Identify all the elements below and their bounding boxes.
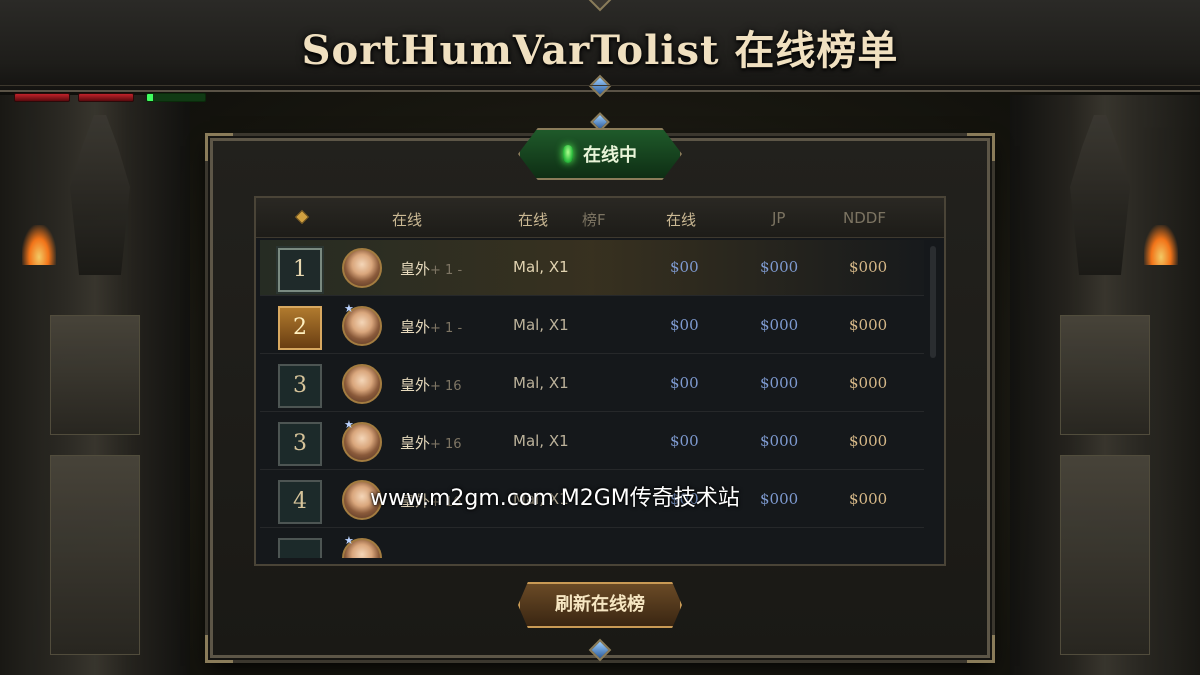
player-level: + 1 -	[430, 263, 463, 278]
value-2: $000	[760, 490, 799, 508]
column-header-value3: NDDF	[843, 209, 886, 227]
right-pillar-decoration	[1010, 95, 1200, 675]
dragon-statue-icon	[1070, 115, 1130, 275]
dragon-statue-icon	[70, 115, 130, 275]
table-row[interactable]: ★	[260, 530, 924, 558]
column-header-value1: 在线	[666, 211, 697, 229]
player-class: Mal, X1	[513, 432, 569, 450]
player-name-text: 皇外	[400, 434, 431, 452]
table-header: 在线 在线 榜F 在线 JP NDDF	[256, 198, 944, 238]
player-name: 皇外+ 16	[400, 374, 462, 395]
value-3: $000	[849, 258, 888, 276]
player-level: + 16	[430, 379, 462, 394]
table-row[interactable]: 2 ★ 皇外+ 1 - Mal, X1 $00 $000 $000	[260, 298, 924, 354]
star-icon: ★	[344, 302, 354, 315]
rank-badge: 3	[278, 422, 322, 466]
online-light-icon	[563, 145, 573, 163]
player-name-text: 皇外	[400, 318, 431, 336]
value-2: $000	[760, 374, 799, 392]
avatar	[342, 364, 382, 404]
table-scrollbar[interactable]	[930, 246, 936, 358]
value-3: $000	[849, 374, 888, 392]
torch-flame-icon	[1144, 225, 1178, 265]
player-name-text: 皇外	[400, 376, 431, 394]
player-name: 皇外+ 1 -	[400, 258, 462, 279]
value-3: $000	[849, 490, 888, 508]
rank-badge	[278, 538, 322, 558]
value-3: $000	[849, 316, 888, 334]
value-3: $000	[849, 432, 888, 450]
player-name-text: 皇外	[400, 260, 431, 278]
online-indicator-bar	[146, 93, 206, 102]
player-level: + 16	[430, 437, 462, 452]
torch-flame-icon	[22, 225, 56, 265]
health-bar	[14, 93, 70, 102]
rank-badge: 2	[278, 306, 322, 350]
value-1: $00	[670, 374, 699, 392]
column-header-class-sub: 榜F	[582, 211, 606, 229]
star-icon: ★	[344, 418, 354, 431]
player-class: Mal, X1	[513, 258, 569, 276]
left-pillar-decoration	[0, 95, 190, 675]
column-header-name: 在线	[392, 211, 423, 229]
value-1: $00	[670, 258, 699, 276]
star-icon: ★	[344, 534, 354, 547]
table-row[interactable]: 1 皇外+ 1 - Mal, X1 $00 $000 $000	[260, 240, 924, 296]
refresh-ranking-button[interactable]: 刷新在线榜	[518, 582, 682, 628]
health-bar-secondary	[78, 93, 134, 102]
value-2: $000	[760, 258, 799, 276]
page-title: SortHumVarTolist 在线榜单	[301, 27, 899, 74]
online-status-badge: 在线中	[518, 128, 682, 180]
value-2: $000	[760, 432, 799, 450]
rank-badge: 1	[278, 248, 322, 292]
rank-badge: 3	[278, 364, 322, 408]
rank-badge: 4	[278, 480, 322, 524]
player-class: Mal, X1	[513, 316, 569, 334]
status-label: 在线中	[583, 145, 637, 166]
watermark-text: www.m2gm.com M2GM传奇技术站	[370, 486, 740, 511]
avatar	[342, 248, 382, 288]
player-status-bars	[14, 93, 206, 102]
value-1: $00	[670, 432, 699, 450]
ornament-gem-icon	[588, 0, 612, 12]
value-1: $00	[670, 316, 699, 334]
player-name: 皇外+ 16	[400, 432, 462, 453]
player-class: Mal, X1	[513, 374, 569, 392]
table-row[interactable]: 3 皇外+ 16 Mal, X1 $00 $000 $000	[260, 356, 924, 412]
title-bar: SortHumVarTolist 在线榜单	[0, 0, 1200, 98]
column-header-value2: JP	[772, 209, 786, 227]
player-level: + 1 -	[430, 321, 463, 336]
value-2: $000	[760, 316, 799, 334]
table-row[interactable]: 3 ★ 皇外+ 16 Mal, X1 $00 $000 $000	[260, 414, 924, 470]
player-name: 皇外+ 1 -	[400, 316, 462, 337]
column-header-class: 在线	[518, 211, 549, 229]
